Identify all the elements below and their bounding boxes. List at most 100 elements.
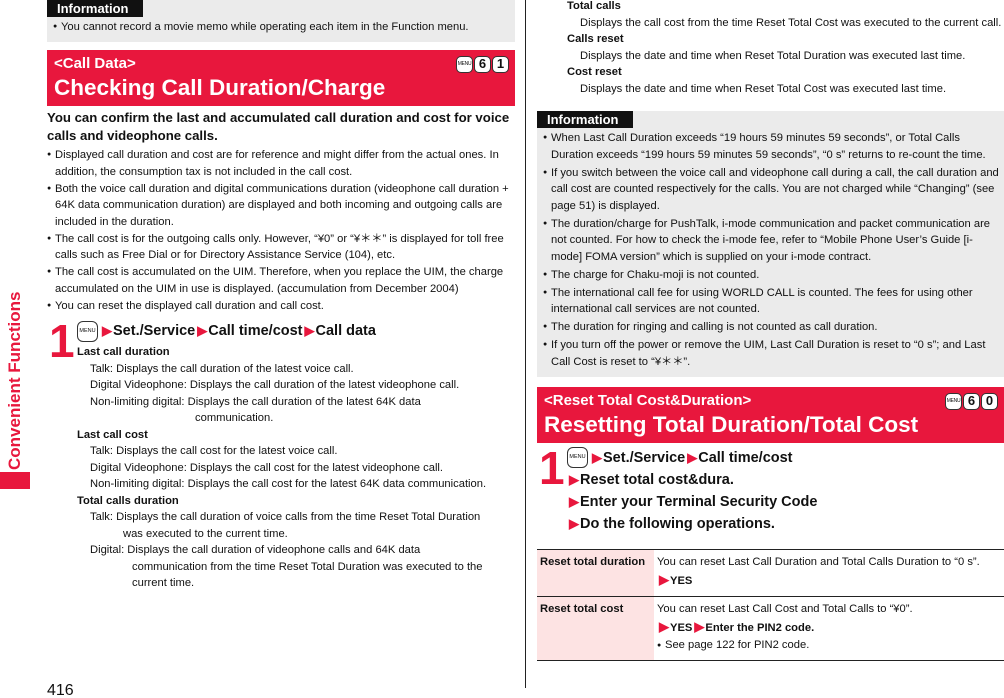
arrow-icon: ▶ (659, 571, 669, 587)
section-subtitle: <Call Data> (54, 55, 136, 72)
path-item: Set./Service (603, 449, 686, 466)
arrow-icon: ▶ (569, 471, 579, 487)
path-item: Enter your Terminal Security Code (580, 493, 818, 510)
action-item: YES (670, 574, 693, 587)
path-item: Set./Service (113, 323, 196, 339)
info-item: You cannot record a movie memo while ope… (53, 19, 511, 36)
bullet-item: The call cost is for the outgoing calls … (47, 231, 515, 264)
row-text: You can reset Last Call Cost and Total C… (657, 602, 913, 615)
bullet-item: Displayed call duration and cost are for… (47, 147, 515, 180)
def-term: Cost reset (567, 66, 622, 78)
path-item: Reset total cost&dura. (580, 471, 734, 488)
arrow-icon: ▶ (197, 323, 208, 338)
section-subtitle: <Reset Total Cost&Duration> (544, 391, 752, 409)
def-line: Digital: Displays the call duration of v… (90, 544, 421, 556)
row-action: ▶YES ▶Enter the PIN2 code. (657, 618, 1001, 637)
info-item: If you switch between the voice call and… (543, 165, 1000, 215)
information-box: Information You cannot record a movie me… (47, 0, 515, 42)
def-line: Talk: Displays the call duration of voic… (90, 511, 481, 523)
def-line: Displays the call cost from the time Res… (580, 16, 1002, 29)
info-item: The duration/charge for PushTalk, i-mode… (543, 216, 1000, 266)
action-item: YES (670, 621, 693, 634)
key-1-icon: 1 (492, 56, 509, 73)
step-path: MENU ▶ Set./Service ▶ Call time/cost (567, 447, 1004, 469)
def-line: communication from the time Reset Total … (132, 560, 483, 573)
key-sequence: MENU 6 1 (456, 56, 509, 73)
row-term: Reset total cost (537, 595, 654, 661)
menu-key-icon: MENU (456, 56, 473, 73)
info-item: The charge for Chaku-moji is not counted… (543, 267, 1000, 284)
def-line: was executed to the current time. (123, 527, 288, 540)
section-label: Convenient Functions (5, 291, 24, 471)
arrow-icon: ▶ (102, 323, 112, 338)
page-number: 416 (47, 682, 74, 698)
arrow-icon: ▶ (592, 449, 602, 465)
def-line: communication. (195, 412, 274, 424)
menu-key-icon: MENU (77, 320, 98, 342)
information-tag: Information (537, 111, 633, 128)
key-6-icon: 6 (474, 56, 491, 73)
row-note: See page 122 for PIN2 code. (657, 637, 1001, 654)
key-sequence: MENU 6 0 (945, 392, 998, 410)
step-1: 1 MENU ▶ Set./Service ▶ Call time/cost ▶… (537, 441, 1004, 535)
row-content: You can reset Last Call Duration and Tot… (654, 548, 1004, 597)
table-row: Reset total cost You can reset Last Call… (537, 595, 1004, 661)
section-title: Checking Call Duration/Charge (54, 75, 386, 100)
def-line: Digital Videophone: Displays the call co… (90, 461, 444, 474)
def-term: Last call duration (77, 346, 170, 358)
section-title: Resetting Total Duration/Total Cost (544, 411, 919, 437)
arrow-icon: ▶ (694, 618, 705, 634)
step-1: 1 MENU ▶ Set./Service ▶ Call time/cost ▶… (47, 315, 515, 592)
def-term: Total calls (567, 0, 621, 12)
key-0-icon: 0 (981, 392, 998, 410)
step-path: ▶ Do the following operations. (567, 513, 1004, 535)
definitions: Last call duration Talk: Displays the ca… (77, 344, 515, 592)
bullet-item: Both the voice call duration and digital… (47, 181, 515, 231)
step-path: ▶ Reset total cost&dura. (567, 469, 1004, 491)
arrow-icon: ▶ (659, 618, 669, 634)
bullet-list: Displayed call duration and cost are for… (47, 147, 515, 314)
column-divider (525, 0, 526, 688)
section-header: <Call Data> Checking Call Duration/Charg… (47, 50, 515, 106)
def-line: Displays the date and time when Reset To… (580, 49, 966, 62)
info-item: When Last Call Duration exceeds “19 hour… (543, 130, 1000, 163)
right-column: Total calls Displays the call cost from … (537, 0, 1004, 661)
def-line: Talk: Displays the call cost for the lat… (90, 445, 338, 457)
section-marker (0, 472, 30, 489)
def-line: Non-limiting digital: Displays the call … (90, 478, 487, 490)
def-line: Displays the date and time when Reset To… (580, 82, 947, 95)
table-row: Reset total duration You can reset Last … (537, 548, 1004, 597)
menu-key-icon: MENU (945, 392, 962, 410)
menu-key-icon: MENU (567, 447, 588, 468)
arrow-icon: ▶ (687, 449, 698, 465)
row-text: You can reset Last Call Duration and Tot… (657, 555, 980, 568)
step-number: 1 (539, 441, 565, 494)
bullet-item: You can reset the displayed call duratio… (47, 298, 515, 315)
left-column: Information You cannot record a movie me… (47, 0, 515, 592)
info-item: The duration for ringing and calling is … (543, 319, 1000, 336)
def-line: current time. (132, 577, 195, 589)
lead-paragraph: You can confirm the last and accumulated… (47, 110, 510, 143)
arrow-icon: ▶ (569, 515, 579, 531)
path-item: Do the following operations. (580, 515, 775, 532)
row-content: You can reset Last Call Cost and Total C… (654, 595, 1004, 661)
continued-definitions: Total calls Displays the call cost from … (537, 0, 1004, 97)
def-line: Talk: Displays the call duration of the … (90, 362, 354, 375)
step-path: MENU ▶ Set./Service ▶ Call time/cost ▶ C… (77, 320, 515, 342)
step-number: 1 (49, 315, 75, 367)
bullet-item: The call cost is accumulated on the UIM.… (47, 264, 515, 297)
path-item: Call time/cost (208, 323, 303, 339)
key-6-icon: 6 (963, 392, 980, 410)
def-line: Digital Videophone: Displays the call du… (90, 379, 460, 391)
def-term: Last call cost (77, 428, 148, 441)
side-section-tab: Convenient Functions (0, 250, 30, 490)
row-term: Reset total duration (537, 548, 654, 597)
information-box: Information When Last Call Duration exce… (537, 111, 1004, 377)
info-item: The international call fee for using WOR… (543, 285, 1000, 318)
arrow-icon: ▶ (304, 323, 315, 338)
row-action: ▶YES (657, 571, 1001, 590)
def-term: Calls reset (567, 33, 624, 45)
def-line: Non-limiting digital: Displays the call … (90, 395, 421, 408)
def-term: Total calls duration (77, 494, 179, 507)
arrow-icon: ▶ (569, 493, 579, 509)
